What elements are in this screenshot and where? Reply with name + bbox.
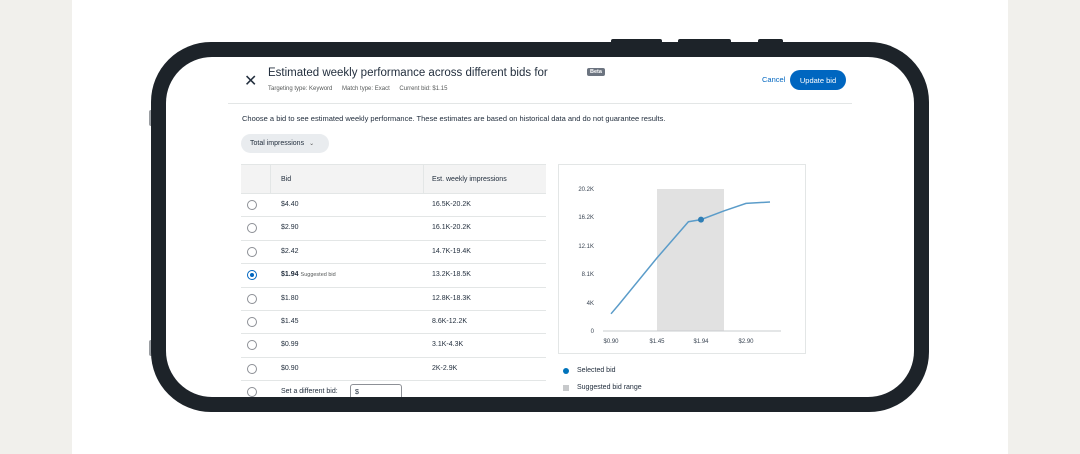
impressions-value: 14.7K-19.4K	[432, 247, 471, 255]
bid-value: $0.90	[281, 365, 299, 372]
column-header-impressions: Est. weekly impressions	[432, 175, 507, 183]
chevron-down-icon: ⌄	[309, 141, 315, 147]
update-bid-button[interactable]: Update bid	[790, 70, 846, 90]
legend-range-label: Suggested bid range	[577, 384, 642, 391]
bid-chart: 20.2K 16.2K 12.1K 8.1K 4K 0 $0.90 $1.45 $1.94 $2.…	[558, 164, 806, 354]
selected-bid-point	[698, 216, 704, 223]
bid-table: Bid Est. weekly impressions $4.40 16.5K-2…	[241, 164, 546, 397]
bid-chart-svg: 20.2K 16.2K 12.1K 8.1K 4K 0 $0.90 $1.45 $1.94 $2.…	[578, 187, 781, 345]
legend-selected-label: Selected bid	[577, 367, 616, 374]
impressions-value: 16.5K-20.2K	[432, 201, 471, 208]
bid-value: $4.40	[281, 201, 299, 208]
bid-value: $0.99	[281, 341, 299, 348]
table-row[interactable]: $1.45 8.6K-12.2K	[241, 311, 546, 335]
bid-amount: $2.90	[281, 224, 299, 232]
y-tick-label: 0	[591, 329, 595, 335]
table-row[interactable]: $1.80 12.8K-18.3K	[241, 288, 546, 311]
bid-radio[interactable]	[247, 293, 257, 304]
bid-amount: $2.42	[281, 247, 299, 255]
bid-value: $1.94 Suggested bid	[281, 271, 336, 278]
column-divider	[270, 165, 271, 193]
y-tick-label: 16.2K	[578, 215, 594, 221]
suggested-range-swatch-icon	[563, 384, 569, 391]
close-icon[interactable]: ✕	[244, 71, 257, 91]
bid-radio-selected[interactable]	[247, 270, 257, 281]
custom-bid-row[interactable]: Set a different bid:	[241, 381, 546, 397]
impressions-value: 2K-2.9K	[432, 364, 458, 372]
bid-radio[interactable]	[247, 246, 257, 257]
table-row[interactable]: $2.42 14.7K-19.4K	[241, 241, 546, 265]
bid-amount: $4.40	[281, 201, 299, 208]
bid-amount: $0.90	[281, 364, 299, 372]
table-row[interactable]: $0.90 2K-2.9K	[241, 358, 546, 382]
suggested-range-band	[657, 189, 724, 331]
description-text: Choose a bid to see estimated weekly per…	[242, 114, 666, 123]
beta-badge: Beta	[587, 68, 605, 76]
y-tick-label: 8.1K	[582, 272, 594, 278]
y-tick-label: 12.1K	[578, 244, 594, 250]
y-tick-label: 4K	[587, 301, 594, 307]
custom-bid-radio[interactable]	[247, 387, 257, 397]
impressions-value: 16.1K-20.2K	[432, 224, 471, 232]
selected-bid-marker-icon	[563, 367, 569, 374]
impressions-value: 3.1K-4.3K	[432, 341, 464, 349]
x-tick-label: $2.90	[738, 339, 754, 345]
cancel-button[interactable]: Cancel	[762, 75, 785, 84]
impressions-value: 8.6K-12.2K	[432, 317, 468, 325]
suggested-bid-label: Suggested bid	[300, 272, 336, 279]
metric-dropdown-label: Total impressions	[250, 140, 305, 147]
table-header: Bid Est. weekly impressions	[241, 164, 546, 194]
bid-amount: $0.99	[281, 341, 299, 349]
bid-radio[interactable]	[247, 316, 257, 327]
custom-bid-input[interactable]	[350, 384, 402, 397]
x-tick-label: $1.94	[693, 339, 709, 345]
bid-radio[interactable]	[247, 223, 257, 234]
bid-value: $2.90	[281, 224, 299, 231]
modal-meta: Targeting type: Keyword Match type: Exac…	[268, 86, 455, 92]
current-bid: Current bid: $1.15	[399, 86, 448, 92]
metric-dropdown[interactable]: Total impressions ⌄	[241, 134, 329, 153]
table-row[interactable]: $1.94 Suggested bid 13.2K-18.5K	[241, 264, 546, 288]
match-type: Match type: Exact	[342, 86, 390, 92]
x-tick-label: $1.45	[649, 339, 665, 345]
bid-value: $2.42	[281, 248, 299, 255]
x-tick-label: $0.90	[603, 339, 619, 345]
bid-radio[interactable]	[247, 340, 257, 351]
modal-title: Estimated weekly performance across diff…	[268, 67, 548, 79]
impressions-value: 12.8K-18.3K	[432, 294, 471, 302]
table-row[interactable]: $2.90 16.1K-20.2K	[241, 217, 546, 241]
header-divider	[228, 103, 852, 104]
impressions-value: 13.2K-18.5K	[432, 271, 471, 279]
bid-value: $1.45	[281, 318, 299, 325]
bid-amount: $1.94	[281, 271, 299, 279]
bid-value: $1.80	[281, 295, 299, 302]
phone-screen: ✕ Estimated weekly performance across di…	[166, 57, 914, 397]
custom-bid-label: Set a different bid:	[281, 388, 338, 396]
column-divider	[423, 165, 424, 193]
legend-suggested-range: Suggested bid range	[563, 384, 642, 391]
targeting-type: Targeting type: Keyword	[268, 86, 333, 92]
column-header-bid: Bid	[281, 175, 292, 183]
table-row[interactable]: $0.99 3.1K-4.3K	[241, 334, 546, 358]
y-tick-label: 20.2K	[578, 187, 594, 193]
bid-radio[interactable]	[247, 363, 257, 374]
table-row[interactable]: $4.40 16.5K-20.2K	[241, 194, 546, 218]
bid-amount: $1.80	[281, 294, 299, 302]
legend-selected-bid: Selected bid	[563, 367, 616, 374]
bid-radio[interactable]	[247, 200, 257, 210]
bid-amount: $1.45	[281, 317, 299, 325]
